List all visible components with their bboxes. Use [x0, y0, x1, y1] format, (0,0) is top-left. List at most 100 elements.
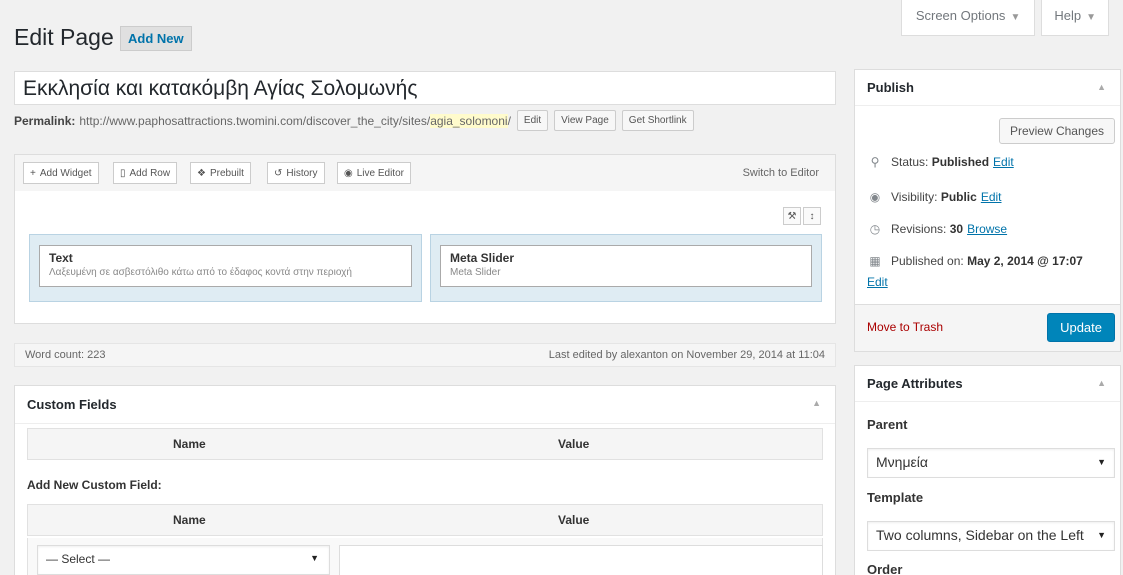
order-label: Order: [867, 562, 903, 575]
published-label: Published on:: [891, 254, 964, 268]
visibility-edit-link[interactable]: Edit: [981, 190, 1002, 204]
widget-description: Meta Slider: [450, 267, 501, 278]
custom-field-name-select[interactable]: — Select — ▼: [37, 545, 330, 575]
screen-options-tab[interactable]: Screen Options ▼: [900, 0, 1036, 36]
last-edited: Last edited by alexanton on November 29,…: [548, 349, 825, 361]
calendar-icon: ▦: [869, 254, 881, 268]
prebuilt-label: Prebuilt: [209, 167, 244, 179]
custom-fields-header[interactable]: Custom Fields ▲: [15, 386, 835, 424]
move-to-trash-link[interactable]: Move to Trash: [867, 320, 943, 334]
revisions-label: Revisions:: [891, 222, 947, 236]
live-editor-button[interactable]: ◉ Live Editor: [337, 162, 411, 184]
live-editor-label: Live Editor: [356, 167, 404, 179]
layout-icon: ❖: [197, 167, 206, 179]
post-title-input[interactable]: Εκκλησία και κατακόμβη Αγίας Σολομωνής: [14, 71, 836, 105]
caret-down-icon: ▼: [1097, 457, 1106, 467]
published-text: Published on: May 2, 2014 @ 17:07: [891, 254, 1083, 268]
permalink-label: Permalink:: [14, 113, 76, 128]
parent-select[interactable]: Μνημεία ▼: [867, 448, 1115, 478]
wrench-icon[interactable]: ⚒: [783, 207, 801, 225]
plus-icon: +: [30, 167, 36, 179]
permalink-edit-button[interactable]: Edit: [516, 110, 549, 131]
status-label: Status:: [891, 155, 929, 169]
preview-changes-button[interactable]: Preview Changes: [998, 118, 1115, 144]
published-edit-link[interactable]: Edit: [867, 275, 888, 289]
revisions-value: 30: [949, 222, 964, 236]
template-value: Two columns, Sidebar on the Left: [876, 527, 1084, 543]
widget-title: Text: [49, 251, 73, 265]
page-builder-area: ⚒ ↕ Text Λαξευμένη σε ασβεστόλιθο κάτω α…: [14, 191, 836, 324]
new-field-table-header: Name Value: [27, 504, 823, 536]
caret-down-icon: ▼: [1097, 530, 1106, 540]
name-column-header: Name: [173, 513, 206, 527]
status-edit-link[interactable]: Edit: [993, 155, 1014, 169]
screen-options-label: Screen Options: [915, 8, 1006, 23]
page-builder-toolbar: + Add Widget ▯ Add Row ❖ Prebuilt ↺ History …: [14, 154, 836, 192]
template-select[interactable]: Two columns, Sidebar on the Left ▼: [867, 521, 1115, 551]
screen-tabs: Screen Options ▼ Help ▼: [900, 0, 1109, 36]
visibility-text: Visibility: Public Edit: [891, 190, 1002, 204]
add-widget-button[interactable]: + Add Widget: [23, 162, 99, 184]
columns-icon: ▯: [120, 167, 126, 179]
status-value: Published: [931, 155, 990, 169]
add-new-button[interactable]: Add New: [120, 26, 192, 51]
page-title: Edit Page: [14, 24, 114, 50]
widget-title: Meta Slider: [450, 251, 515, 265]
page-attributes-header[interactable]: Page Attributes ▲: [855, 366, 1120, 402]
get-shortlink-button[interactable]: Get Shortlink: [621, 110, 694, 131]
page-attributes-title: Page Attributes: [867, 376, 963, 391]
visibility-value: Public: [940, 190, 977, 204]
clock-icon: ◷: [869, 222, 881, 236]
permalink-end: /: [507, 113, 511, 128]
widget-text[interactable]: Text Λαξευμένη σε ασβεστόλιθο κάτω από τ…: [39, 245, 412, 287]
view-page-button[interactable]: View Page: [554, 110, 616, 131]
template-label: Template: [867, 490, 924, 505]
publish-box: Publish ▲ Preview Changes ⚲ Status: Publ…: [854, 69, 1121, 352]
revisions-text: Revisions: 30 Browse: [891, 222, 1007, 236]
help-tab[interactable]: Help ▼: [1041, 0, 1109, 36]
permalink-base: http://www.paphosattractions.twomini.com…: [79, 113, 431, 128]
value-column-header: Value: [558, 513, 590, 527]
published-on-line: ▦ Published on: May 2, 2014 @ 17:07: [867, 254, 1083, 268]
custom-fields-table-header: Name Value: [27, 428, 823, 460]
publish-title: Publish: [867, 80, 914, 95]
editor-status-bar: Word count: 223 Last edited by alexanton…: [14, 343, 836, 367]
revisions-browse-link[interactable]: Browse: [967, 222, 1007, 236]
eye-icon: ◉: [344, 167, 353, 179]
publish-header[interactable]: Publish ▲: [855, 70, 1120, 106]
permalink-slug[interactable]: agia_solomoni: [430, 113, 508, 128]
visibility-line: ◉ Visibility: Public Edit: [867, 190, 1002, 204]
custom-field-value-input[interactable]: [339, 545, 823, 575]
word-count: Word count: 223: [25, 349, 106, 361]
permalink-row: Permalink: http://www.paphosattractions.…: [14, 110, 694, 131]
visibility-label: Visibility:: [891, 190, 938, 204]
move-icon[interactable]: ↕: [803, 207, 821, 225]
update-button[interactable]: Update: [1047, 313, 1115, 342]
help-label: Help: [1054, 8, 1082, 23]
eye-icon: ◉: [869, 190, 881, 204]
chevron-down-icon: ▼: [1086, 12, 1096, 23]
custom-fields-box: Custom Fields ▲ Name Value Add New Custo…: [14, 385, 836, 575]
add-row-button[interactable]: ▯ Add Row: [113, 162, 178, 184]
widget-description: Λαξευμένη σε ασβεστόλιθο κάτω από το έδα…: [49, 267, 352, 278]
pin-icon: ⚲: [870, 155, 880, 169]
history-label: History: [286, 167, 318, 179]
collapse-arrow-icon[interactable]: ▲: [812, 398, 821, 408]
switch-to-editor-link[interactable]: Switch to Editor: [743, 167, 819, 179]
add-widget-label: Add Widget: [39, 167, 92, 179]
chevron-down-icon: ▼: [1010, 12, 1021, 23]
prebuilt-button[interactable]: ❖ Prebuilt: [190, 162, 251, 184]
parent-label: Parent: [867, 417, 908, 432]
widget-meta-slider[interactable]: Meta Slider Meta Slider: [440, 245, 812, 287]
collapse-arrow-icon[interactable]: ▲: [1097, 82, 1106, 92]
published-value: May 2, 2014 @ 17:07: [967, 254, 1083, 268]
collapse-arrow-icon[interactable]: ▲: [1097, 378, 1106, 388]
row-cell-2: Meta Slider Meta Slider: [430, 234, 822, 302]
history-icon: ↺: [274, 167, 283, 179]
add-row-label: Add Row: [129, 167, 171, 179]
history-button[interactable]: ↺ History: [267, 162, 325, 184]
status-text: Status: Published Edit: [891, 155, 1014, 169]
add-new-custom-field-label: Add New Custom Field:: [27, 478, 162, 492]
name-column-header: Name: [173, 437, 206, 451]
select-value: — Select —: [46, 552, 111, 566]
